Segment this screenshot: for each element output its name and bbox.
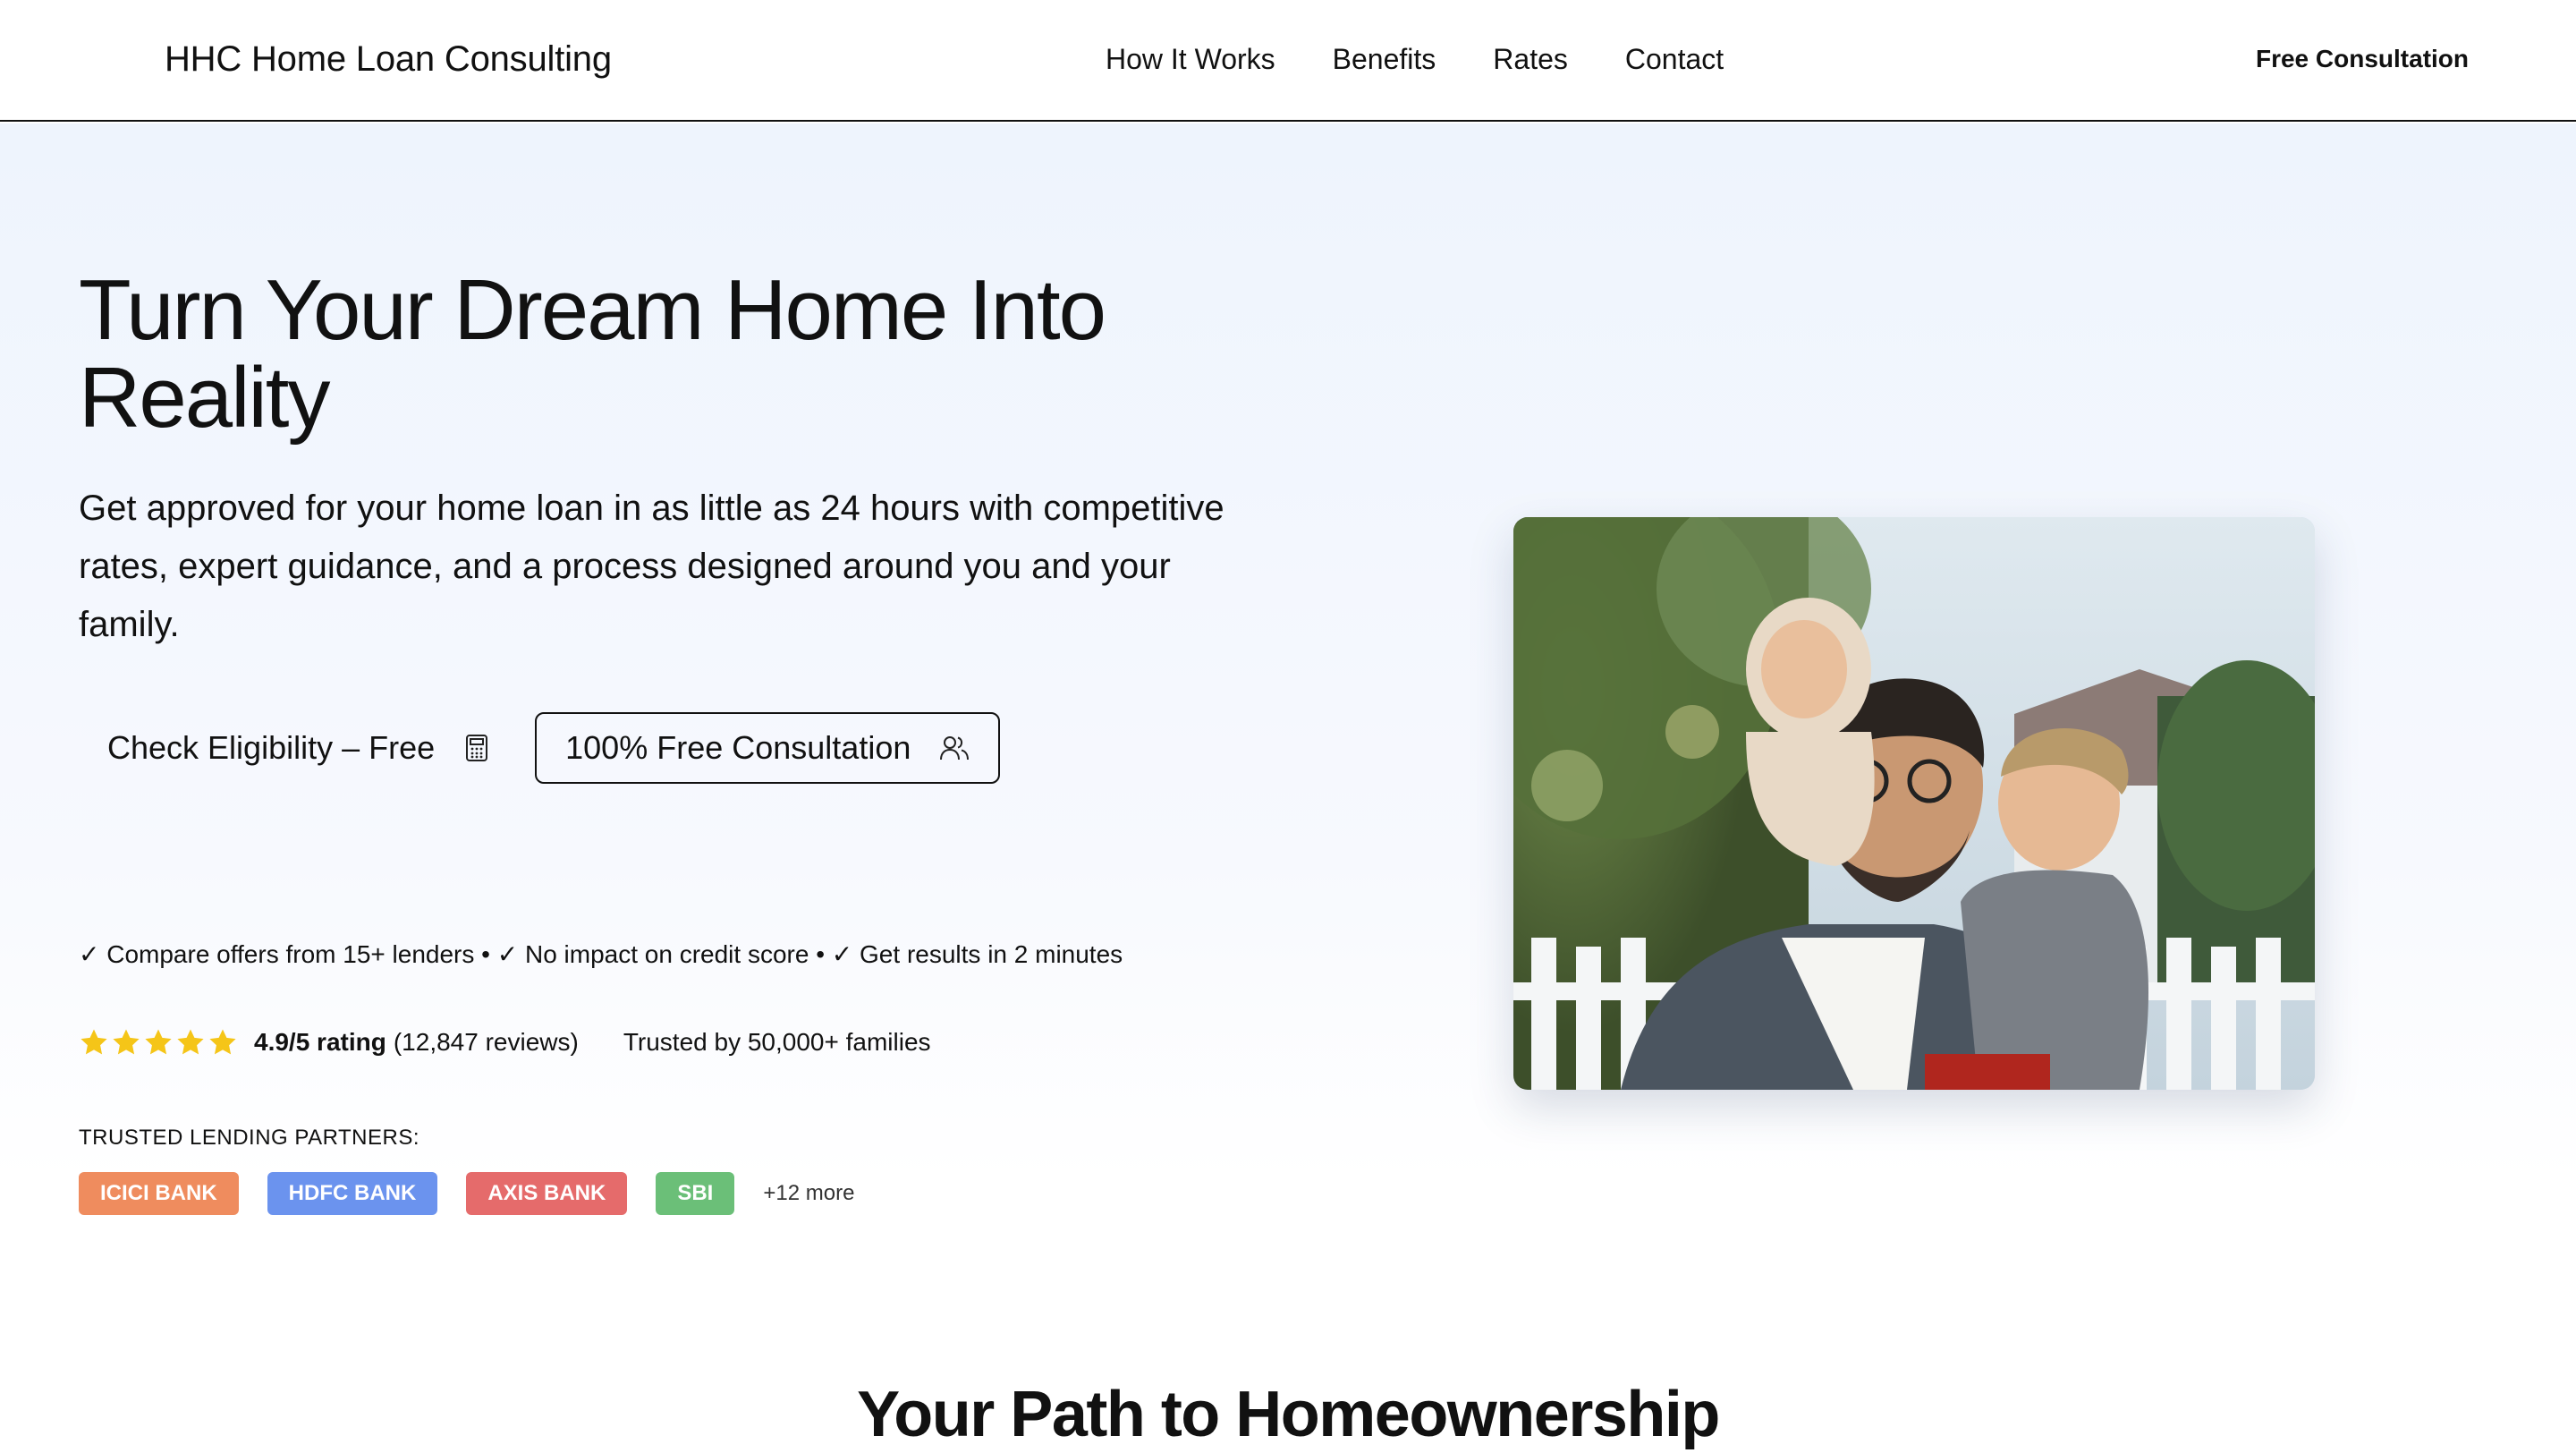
partner-badge-axis: AXIS BANK: [466, 1172, 628, 1215]
hero-section: Turn Your Dream Home Into Reality Get ap…: [0, 123, 2576, 1215]
hero-buttons: Check Eligibility – Free 100% Free Consu…: [79, 712, 1001, 784]
family-photo: [1513, 517, 2315, 1090]
rating-row: 4.9/5 rating (12,847 reviews) Trusted by…: [79, 1027, 931, 1058]
nav-benefits[interactable]: Benefits: [1333, 43, 1436, 76]
star-icon: [145, 1029, 172, 1055]
star-icon: [209, 1029, 236, 1055]
header-free-consultation-button[interactable]: Free Consultation: [2256, 45, 2469, 73]
nav-rates[interactable]: Rates: [1493, 43, 1568, 76]
rating-score: 4.9/5 rating: [254, 1028, 386, 1056]
calculator-icon: [465, 734, 488, 762]
star-icon: [80, 1029, 107, 1055]
nav-contact[interactable]: Contact: [1625, 43, 1724, 76]
users-icon: [939, 735, 970, 761]
rating-stars: [79, 1027, 238, 1058]
trusted-families: Trusted by 50,000+ families: [623, 1028, 931, 1056]
brand-logo-text[interactable]: HHC Home Loan Consulting: [165, 39, 612, 80]
free-consultation-label: 100% Free Consultation: [565, 729, 911, 766]
main-nav: How It Works Benefits Rates Contact: [1106, 43, 1724, 76]
hero-benefit-checks: ✓ Compare offers from 15+ lenders • ✓ No…: [79, 940, 1123, 968]
partner-badges: ICICI BANK HDFC BANK AXIS BANK SBI +12 m…: [79, 1172, 854, 1215]
star-icon: [177, 1029, 204, 1055]
hero-title: Turn Your Dream Home Into Reality: [79, 262, 1106, 446]
check-eligibility-label: Check Eligibility – Free: [107, 729, 436, 766]
partners-more: +12 more: [763, 1181, 855, 1205]
path-to-homeownership-title: Your Path to Homeownership: [857, 1379, 1720, 1450]
partners-label: TRUSTED LENDING PARTNERS:: [79, 1126, 419, 1150]
star-icon: [113, 1029, 140, 1055]
partner-badge-hdfc: HDFC BANK: [267, 1172, 438, 1215]
partner-badge-sbi: SBI: [656, 1172, 735, 1215]
partner-badge-icici: ICICI BANK: [79, 1172, 239, 1215]
check-eligibility-button[interactable]: Check Eligibility – Free: [79, 712, 517, 784]
site-header: HHC Home Loan Consulting How It Works Be…: [0, 0, 2576, 122]
hero-subtitle: Get approved for your home loan in as li…: [79, 489, 1224, 644]
free-consultation-button[interactable]: 100% Free Consultation: [535, 712, 1001, 784]
rating-reviews: (12,847 reviews): [393, 1028, 579, 1056]
nav-how-it-works[interactable]: How It Works: [1106, 43, 1275, 76]
